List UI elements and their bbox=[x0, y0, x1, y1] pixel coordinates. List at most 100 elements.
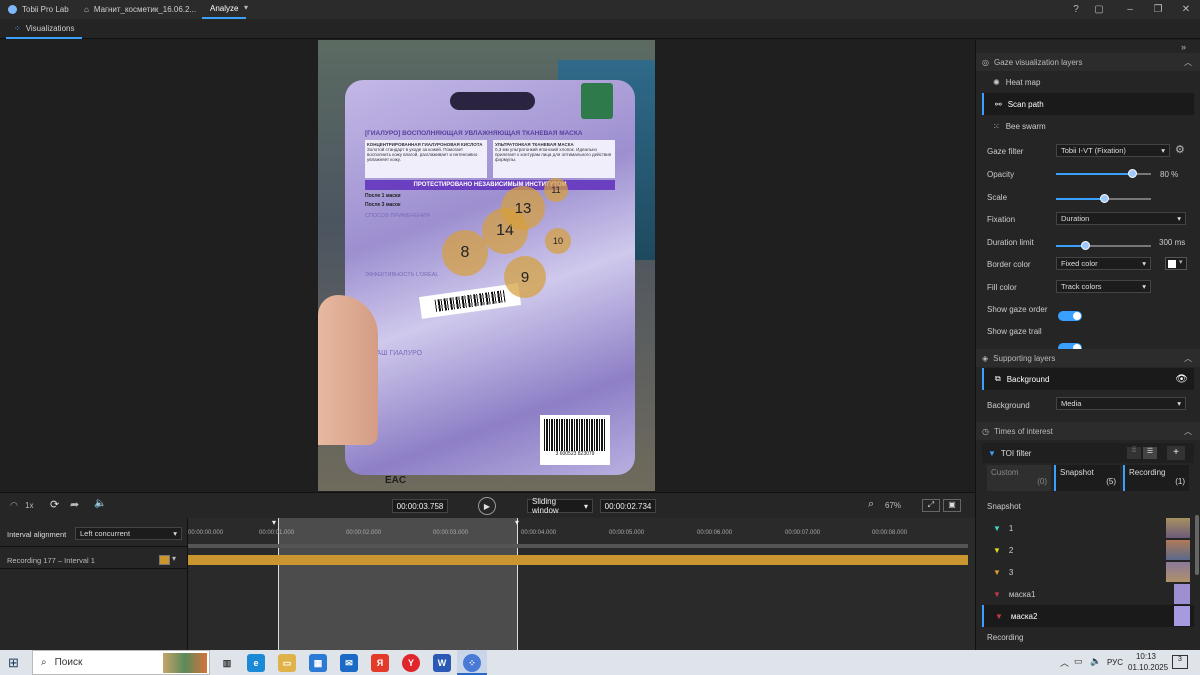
speed-gauge-icon[interactable]: ◠ bbox=[10, 500, 18, 511]
layer-background[interactable]: ⧉ Background 👁 bbox=[982, 368, 1194, 390]
interval-bar[interactable] bbox=[188, 555, 968, 565]
tick-label: 00:00:08.000 bbox=[872, 530, 908, 536]
fill-color-select[interactable]: Track colors ▾ bbox=[1056, 280, 1151, 293]
background-select[interactable]: Media ▾ bbox=[1056, 397, 1186, 410]
interval-color-swatch[interactable] bbox=[159, 555, 170, 565]
fixation-circle[interactable]: 8 bbox=[442, 230, 488, 276]
add-toi-button[interactable]: + bbox=[1167, 446, 1185, 460]
slider-knob[interactable] bbox=[1080, 241, 1090, 250]
mail-icon[interactable]: ✉ bbox=[340, 654, 358, 672]
app-tab[interactable]: Tobii Pro Lab bbox=[0, 0, 77, 19]
yandex-icon[interactable]: Я bbox=[371, 654, 389, 672]
eye-icon[interactable]: 👁 bbox=[1175, 374, 1188, 385]
border-color-picker[interactable]: ▾ bbox=[1165, 257, 1187, 270]
layer-label: Bee swarm bbox=[1005, 121, 1046, 131]
fit-screen-icon[interactable]: ⤢ bbox=[922, 499, 940, 512]
visualizations-tab[interactable]: ⁘ Visualizations bbox=[6, 19, 83, 39]
tab-dropdown-icon[interactable]: ▾ bbox=[244, 3, 258, 15]
maximize-icon[interactable]: ❐ bbox=[1144, 0, 1172, 19]
fixation-circle[interactable]: 10 bbox=[545, 228, 571, 254]
feedback-icon[interactable]: ▢ bbox=[1085, 0, 1113, 19]
language-indicator[interactable]: РУС bbox=[1107, 658, 1123, 667]
snapshot-item[interactable]: ▼ 3 bbox=[982, 561, 1194, 583]
notification-icon[interactable]: 3 bbox=[1172, 655, 1188, 669]
layer-bee-swarm[interactable]: ⁙ Bee swarm bbox=[982, 115, 1194, 137]
analyze-tab-label: Analyze bbox=[210, 4, 239, 13]
gaze-filter-select[interactable]: Tobii I-VT (Fixation) ▾ bbox=[1056, 144, 1170, 157]
project-tab[interactable]: ⌂ Магнит_косметик_16.06.2... bbox=[76, 0, 204, 19]
toi-header[interactable]: ◷ Times of interest ︿ bbox=[976, 422, 1200, 440]
toi-custom[interactable]: Custom (0) bbox=[987, 465, 1051, 491]
windows-start-icon[interactable]: ⊞ bbox=[8, 655, 19, 671]
layer-label: Scan path bbox=[1007, 99, 1044, 109]
share-icon[interactable]: ➦ bbox=[70, 498, 79, 511]
interval-alignment-select[interactable]: Left concurrent ▾ bbox=[75, 527, 182, 540]
snapshot-item[interactable]: ▼ маска1 bbox=[982, 583, 1194, 605]
window-start-handle[interactable]: ▾ bbox=[272, 518, 282, 527]
fixation-circle[interactable]: 9 bbox=[504, 256, 546, 298]
layer-heat-map[interactable]: ✺ Heat map bbox=[982, 71, 1194, 93]
speaker-icon[interactable]: 🔈 bbox=[1090, 656, 1101, 667]
volume-icon[interactable]: 🔈 bbox=[94, 498, 106, 509]
gear-icon[interactable]: ⚙ bbox=[1175, 143, 1185, 156]
show-gaze-trail-label: Show gaze trail bbox=[987, 327, 1042, 336]
snapshot-item[interactable]: ▼ 1 bbox=[982, 517, 1194, 539]
taskbar-search[interactable]: ⌕ Поиск bbox=[32, 650, 210, 675]
tick-label: 00:00:04.000 bbox=[521, 530, 557, 536]
toi-filter-bar[interactable]: ▼ TOI filter ⁞⁞ ☰ + bbox=[982, 443, 1194, 463]
tobii-taskbar-button[interactable]: ⁘ bbox=[457, 650, 487, 675]
store-icon[interactable]: ▦ bbox=[309, 654, 327, 672]
list-view-icon[interactable]: ☰ bbox=[1143, 447, 1157, 459]
current-time-field[interactable]: 00:00:03.758 bbox=[392, 499, 448, 513]
tobii-app-icon: ⁘ bbox=[463, 654, 481, 672]
collapse-panel-icon[interactable]: » bbox=[1181, 42, 1186, 52]
window-end-handle[interactable]: ▾ bbox=[515, 518, 525, 527]
chevron-down-icon: ▾ bbox=[1177, 214, 1181, 223]
scale-slider[interactable] bbox=[1056, 194, 1151, 203]
show-gaze-order-toggle[interactable] bbox=[1058, 311, 1082, 321]
clock-time[interactable]: 10:13 bbox=[1131, 652, 1161, 661]
supporting-layers-header[interactable]: ◈ Supporting layers ︿ bbox=[976, 349, 1200, 367]
actual-size-icon[interactable]: ▣ bbox=[943, 499, 961, 512]
analyze-tab[interactable]: Analyze bbox=[202, 0, 247, 19]
snapshot-item[interactable]: ▼ 2 bbox=[982, 539, 1194, 561]
snapshot-color-icon: ▼ bbox=[993, 545, 1001, 555]
opacity-slider[interactable] bbox=[1056, 169, 1151, 178]
edge-icon[interactable]: e bbox=[247, 654, 265, 672]
slider-knob[interactable] bbox=[1128, 169, 1137, 178]
fixation-circle[interactable]: 13 bbox=[501, 186, 545, 230]
visualization-icon: ⁘ bbox=[14, 23, 21, 33]
speed-label[interactable]: 1x bbox=[25, 501, 33, 510]
close-icon[interactable]: ✕ bbox=[1172, 0, 1200, 19]
fixation-select[interactable]: Duration ▾ bbox=[1056, 212, 1186, 225]
toi-recording[interactable]: Recording (1) bbox=[1123, 465, 1189, 491]
right-panel: » ◎ Gaze visualization layers ︿ ✺ Heat m… bbox=[975, 40, 1200, 650]
duration-limit-slider[interactable] bbox=[1056, 241, 1151, 250]
file-explorer-icon[interactable]: ▭ bbox=[278, 654, 296, 672]
fixation-circle[interactable]: 11 bbox=[544, 178, 568, 202]
scrollbar-thumb[interactable] bbox=[1195, 515, 1199, 575]
grid-view-icon[interactable]: ⁞⁞ bbox=[1127, 447, 1141, 459]
minimize-icon[interactable]: – bbox=[1116, 0, 1144, 19]
loop-icon[interactable]: ⟳ bbox=[50, 498, 59, 511]
snapshot-item-selected[interactable]: ▼ маска2 bbox=[982, 605, 1194, 627]
task-view-icon[interactable]: ▥ bbox=[218, 654, 236, 672]
border-color-select[interactable]: Fixed color ▾ bbox=[1056, 257, 1151, 270]
toi-snapshot[interactable]: Snapshot (5) bbox=[1054, 465, 1120, 491]
zoom-value[interactable]: 67% bbox=[885, 501, 901, 510]
pack-headline: [ГИАЛУРО] ВОСПОЛНЯЮЩАЯ УВЛАЖНЯЮЩАЯ ТКАНЕ… bbox=[365, 130, 583, 137]
gaze-layers-header[interactable]: ◎ Gaze visualization layers ︿ bbox=[976, 53, 1200, 71]
word-icon[interactable]: W bbox=[433, 654, 451, 672]
window-length-field[interactable]: 00:00:02.734 bbox=[600, 499, 656, 513]
window-mode-select[interactable]: Sliding window ▾ bbox=[527, 497, 593, 515]
chevron-down-icon[interactable]: ▾ bbox=[172, 554, 176, 563]
tray-chevron-icon[interactable]: ︿ bbox=[1060, 656, 1069, 669]
zoom-icon[interactable]: ⌕ bbox=[868, 498, 874, 511]
network-icon[interactable]: ▭ bbox=[1074, 656, 1083, 667]
clock-date[interactable]: 01.10.2025 bbox=[1128, 663, 1168, 672]
yandex-browser-icon[interactable]: Y bbox=[402, 654, 420, 672]
layer-scan-path[interactable]: ⚯ Scan path bbox=[982, 93, 1194, 115]
slider-knob[interactable] bbox=[1099, 194, 1109, 203]
play-button[interactable]: ▶ bbox=[478, 497, 496, 515]
home-icon: ⌂ bbox=[84, 5, 89, 14]
